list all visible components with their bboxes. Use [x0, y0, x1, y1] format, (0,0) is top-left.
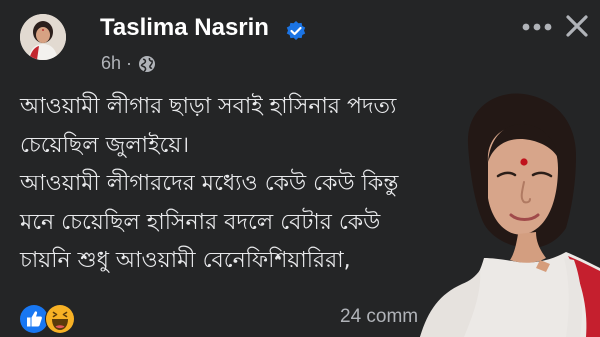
more-options-icon[interactable] — [522, 22, 552, 32]
avatar-portrait — [20, 14, 66, 60]
post-meta: 6h · — [101, 53, 156, 74]
reactions-summary[interactable] — [18, 302, 78, 336]
haha-reaction-icon — [45, 304, 75, 334]
meta-separator: · — [126, 53, 133, 73]
author-name[interactable]: Taslima Nasrin — [100, 14, 269, 42]
author-avatar[interactable] — [20, 14, 66, 60]
author-photo-cutout — [420, 93, 600, 337]
comments-count[interactable]: 24 comm — [340, 306, 418, 328]
like-reaction-icon — [20, 305, 48, 333]
verified-badge-icon — [286, 21, 306, 40]
post-time[interactable]: 6h — [101, 53, 121, 74]
close-icon[interactable] — [563, 12, 591, 40]
globe-icon[interactable] — [138, 55, 156, 73]
